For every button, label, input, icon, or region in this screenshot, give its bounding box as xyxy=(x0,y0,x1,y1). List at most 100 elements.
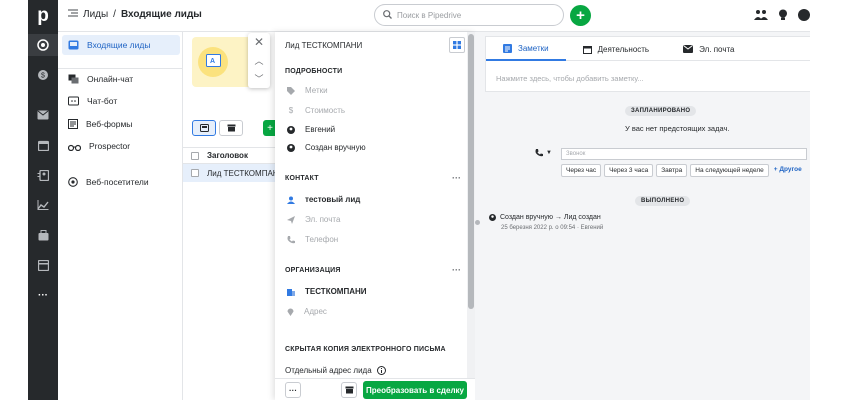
chevron-up-icon[interactable]: ︿ xyxy=(248,51,270,69)
subnav-item-web-forms[interactable]: Веб-формы xyxy=(62,114,180,134)
notes-composer: Заметки Деятельность Эл. почта Нажмите з… xyxy=(485,36,810,92)
table-row[interactable]: Лид ТЕСТКОМПАНИ xyxy=(183,164,275,182)
bcc-address-row: Отдельный адрес лида xyxy=(285,366,386,375)
details-section-title: ПОДРОБНОСТИ xyxy=(285,68,343,75)
deals-icon[interactable]: $ xyxy=(28,64,58,86)
phone-placeholder: Телефон xyxy=(305,235,339,244)
archive-button[interactable] xyxy=(341,382,357,398)
subnav-item-chatbot[interactable]: Чат-бот xyxy=(62,91,180,111)
promo-banner[interactable]: A xyxy=(192,37,252,87)
account-avatar-icon[interactable] xyxy=(798,8,810,26)
subnav-item-web-visitors[interactable]: Веб-посетители xyxy=(62,172,180,192)
address-placeholder: Адрес xyxy=(304,307,327,316)
search-placeholder: Поиск в Pipedrive xyxy=(397,10,462,20)
grid-icon xyxy=(453,41,461,49)
scrollbar-thumb[interactable] xyxy=(468,34,474,309)
value-field[interactable]: $ Стоимость xyxy=(287,106,345,115)
contact-person[interactable]: тестовый лид xyxy=(287,195,360,204)
note-icon xyxy=(503,43,512,53)
insights-icon[interactable] xyxy=(28,194,58,216)
marketplace-icon[interactable] xyxy=(28,254,58,276)
leads-sub-navigation: Входящие лиды Онлайн-чат Чат-бот Веб-фор… xyxy=(58,32,183,400)
inbox-view-icon xyxy=(199,124,209,132)
phone-field[interactable]: Телефон xyxy=(287,235,338,244)
row-checkbox[interactable] xyxy=(191,169,199,177)
row-title[interactable]: Лид ТЕСТКОМПАНИ xyxy=(207,169,275,178)
contacts-icon[interactable] xyxy=(28,164,58,186)
note-input[interactable]: Нажмите здесь, чтобы добавить заметку... xyxy=(496,74,644,83)
person-icon xyxy=(489,214,496,221)
page-title: Входящие лиды xyxy=(120,9,202,20)
calendar-icon[interactable] xyxy=(28,134,58,156)
detail-scrollbar[interactable] xyxy=(467,32,475,382)
tag-icon xyxy=(287,86,295,95)
contact-more-button[interactable]: ··· xyxy=(452,173,461,183)
source-field: Создан вручную xyxy=(287,143,366,152)
dollar-icon: $ xyxy=(288,106,294,115)
users-icon[interactable] xyxy=(754,8,768,26)
organization-name-row[interactable]: ТЕСТКОМПАНИ xyxy=(287,287,367,296)
bcc-label: Отдельный адрес лида xyxy=(285,366,372,375)
products-icon[interactable] xyxy=(28,224,58,246)
organization-section-title: ОРГАНИЗАЦИЯ xyxy=(285,267,341,274)
search-input[interactable]: Поиск в Pipedrive xyxy=(374,4,564,26)
due-in-hour-button[interactable]: Через час xyxy=(561,164,602,177)
subnav-label: Prospector xyxy=(89,141,131,151)
leads-icon[interactable] xyxy=(28,34,58,56)
other-date-link[interactable]: + Другое xyxy=(772,164,804,177)
labels-field[interactable]: Метки xyxy=(287,86,328,95)
convert-to-deal-button[interactable]: Преобразовать в сделку xyxy=(363,381,467,399)
person-icon xyxy=(287,196,295,204)
tab-activity[interactable]: Деятельность xyxy=(566,37,667,61)
quick-add-button[interactable]: + xyxy=(570,5,591,26)
layout-toggle-button[interactable] xyxy=(449,37,465,53)
lead-detail-panel: Лид ТЕСТКОМПАНИ ПОДРОБНОСТИ Метки $ Стои… xyxy=(275,32,475,400)
organization-name[interactable]: ТЕСТКОМПАНИ xyxy=(305,287,367,296)
quick-task-composer: ▼ Звонок Через час Через 3 часа Завтра Н… xyxy=(529,146,810,178)
menu-toggle-icon[interactable] xyxy=(68,9,78,20)
subnav-label: Онлайн-чат xyxy=(87,74,134,84)
lead-title: Лид ТЕСТКОМПАНИ xyxy=(285,41,363,50)
contact-name[interactable]: тестовый лид xyxy=(305,195,360,204)
pipedrive-app: p $ ··· Лиды / Входящие лиды Поиск в Pip… xyxy=(28,0,810,400)
no-tasks-message: У вас нет предстоящих задач. xyxy=(625,124,730,133)
email-field[interactable]: Эл. почта xyxy=(287,215,340,224)
subnav-item-live-chat[interactable]: Онлайн-чат xyxy=(62,69,180,89)
archive-view-button[interactable] xyxy=(219,120,243,136)
send-icon xyxy=(287,215,295,224)
pipedrive-logo[interactable]: p xyxy=(28,0,58,32)
subnav-item-inbox[interactable]: Входящие лиды xyxy=(62,35,180,55)
column-title[interactable]: Заголовок xyxy=(207,151,248,160)
archive-icon xyxy=(227,124,235,132)
calendar-icon xyxy=(582,45,592,54)
mail-icon[interactable] xyxy=(28,104,58,126)
task-subject-input[interactable]: Звонок xyxy=(561,148,807,160)
list-view-button[interactable] xyxy=(192,120,216,136)
info-icon[interactable] xyxy=(376,366,386,375)
activity-type-select[interactable]: ▼ xyxy=(535,149,552,157)
archive-icon xyxy=(345,386,353,394)
bcc-section-title: СКРЫТАЯ КОПИЯ ЭЛЕКТРОННОГО ПИСЬМА xyxy=(285,346,446,353)
org-more-button[interactable]: ··· xyxy=(452,265,461,275)
due-in-3-hours-button[interactable]: Через 3 часа xyxy=(604,164,654,177)
address-field[interactable]: Адрес xyxy=(287,307,327,316)
due-tomorrow-button[interactable]: Завтра xyxy=(656,164,688,177)
more-menu-icon[interactable]: ··· xyxy=(28,284,58,306)
tab-label: Эл. почта xyxy=(699,44,735,54)
history-meta: 25 березня 2022 р. о 09:54 · Евгений xyxy=(501,225,604,231)
tips-bulb-icon[interactable] xyxy=(778,8,788,26)
due-next-week-button[interactable]: На следующей неделе xyxy=(690,164,769,177)
tab-email[interactable]: Эл. почта xyxy=(666,37,751,61)
chevron-down-icon: ▼ xyxy=(546,150,552,156)
more-actions-button[interactable]: ··· xyxy=(285,382,301,398)
location-pin-icon xyxy=(287,308,294,316)
close-icon[interactable]: ✕ xyxy=(248,33,270,51)
phone-icon xyxy=(287,235,295,243)
chevron-down-icon[interactable]: ﹀ xyxy=(248,69,270,87)
subnav-item-prospector[interactable]: Prospector xyxy=(62,136,180,156)
breadcrumb-leads[interactable]: Лиды xyxy=(83,9,108,20)
done-badge: ВЫПОЛНЕНО xyxy=(635,196,691,206)
tab-notes[interactable]: Заметки xyxy=(486,37,566,61)
owner-field[interactable]: Евгений xyxy=(287,125,335,134)
select-all-checkbox[interactable] xyxy=(191,151,199,160)
